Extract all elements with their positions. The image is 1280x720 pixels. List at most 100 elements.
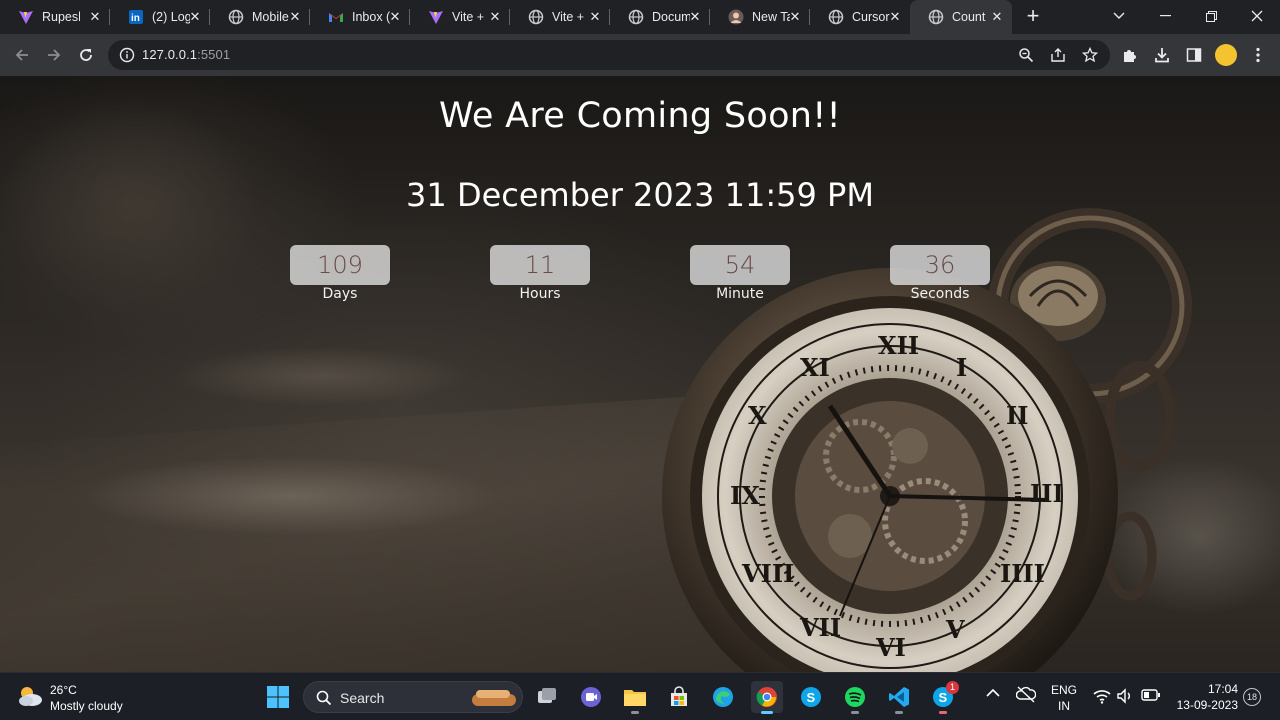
teams-chat-icon[interactable] bbox=[575, 681, 607, 713]
tab-label: New Ta bbox=[752, 10, 790, 24]
tab-close-icon[interactable]: ✕ bbox=[288, 9, 302, 24]
svg-text:S: S bbox=[939, 690, 948, 705]
running-indicator bbox=[895, 711, 903, 714]
task-view-icon[interactable] bbox=[531, 681, 563, 713]
close-window-button[interactable] bbox=[1234, 0, 1280, 32]
browser-toolbar: 127.0.0.1:5501 bbox=[0, 34, 1280, 76]
wifi-icon[interactable] bbox=[1093, 688, 1111, 707]
weather-widget[interactable]: 26°C Mostly cloudy bbox=[16, 682, 123, 714]
tab-close-icon[interactable]: ✕ bbox=[688, 9, 702, 24]
search-label: Search bbox=[340, 690, 385, 706]
windows-taskbar: 26°C Mostly cloudy Search S S1 ENG IN 17… bbox=[0, 672, 1280, 720]
profile-avatar[interactable] bbox=[1215, 44, 1237, 66]
svg-text:I: I bbox=[956, 353, 967, 382]
address-bar[interactable]: 127.0.0.1:5501 bbox=[108, 40, 1110, 70]
browser-tab[interactable]: Rupesh ✕ bbox=[0, 0, 110, 34]
microsoft-store-icon[interactable] bbox=[663, 681, 695, 713]
url-port: :5501 bbox=[197, 47, 231, 62]
forward-button[interactable] bbox=[42, 43, 66, 67]
svg-text:in: in bbox=[131, 13, 140, 24]
extensions-icon[interactable] bbox=[1120, 45, 1140, 65]
headline: We Are Coming Soon!! bbox=[439, 96, 841, 136]
svg-text:XII: XII bbox=[878, 331, 919, 360]
tab-close-icon[interactable]: ✕ bbox=[188, 9, 202, 24]
vscode-icon[interactable] bbox=[883, 681, 915, 714]
bookmark-star-icon[interactable] bbox=[1081, 46, 1099, 63]
running-indicator bbox=[851, 711, 859, 714]
countdown-value: 11 bbox=[490, 245, 590, 285]
svg-text:VIII: VIII bbox=[741, 559, 794, 588]
tab-close-icon[interactable]: ✕ bbox=[588, 9, 602, 24]
tab-close-icon[interactable]: ✕ bbox=[788, 9, 802, 24]
edge-icon[interactable] bbox=[707, 681, 739, 713]
notification-center-badge[interactable]: 18 bbox=[1243, 688, 1261, 706]
download-icon[interactable] bbox=[1152, 45, 1172, 65]
browser-tab[interactable]: Vite + ✕ bbox=[510, 0, 610, 34]
svg-text:S: S bbox=[807, 690, 816, 705]
countdown-label: Hours bbox=[519, 286, 561, 302]
restore-button[interactable] bbox=[1188, 0, 1234, 32]
browser-tab-active[interactable]: Count ✕ bbox=[910, 0, 1012, 34]
onedrive-offline-icon[interactable] bbox=[1015, 685, 1037, 706]
tab-close-icon[interactable]: ✕ bbox=[488, 9, 502, 24]
zoom-icon[interactable] bbox=[1018, 47, 1034, 63]
skype-running-icon[interactable]: S1 bbox=[927, 681, 959, 714]
volume-icon[interactable] bbox=[1116, 688, 1134, 707]
battery-icon[interactable] bbox=[1141, 689, 1161, 704]
browser-tab[interactable]: New Ta ✕ bbox=[710, 0, 810, 34]
tab-close-icon[interactable]: ✕ bbox=[388, 9, 402, 24]
taskbar-search[interactable]: Search bbox=[303, 681, 523, 713]
tab-close-icon[interactable]: ✕ bbox=[990, 9, 1004, 24]
tab-close-icon[interactable]: ✕ bbox=[88, 9, 102, 24]
chrome-icon[interactable] bbox=[751, 681, 783, 714]
weather-temp: 26°C bbox=[50, 683, 77, 697]
system-clock[interactable]: 17:04 13-09-2023 bbox=[1172, 681, 1238, 713]
background-blur bbox=[170, 346, 470, 406]
tab-label: Inbox ( bbox=[352, 10, 390, 24]
share-icon[interactable] bbox=[1050, 47, 1066, 63]
svg-text:V: V bbox=[945, 615, 965, 644]
new-tab-button[interactable]: + bbox=[1022, 5, 1044, 27]
back-button[interactable] bbox=[10, 43, 34, 67]
skype-icon[interactable]: S bbox=[795, 681, 827, 713]
side-panel-icon[interactable] bbox=[1184, 45, 1204, 65]
start-button[interactable] bbox=[262, 681, 294, 713]
language-code: ENG bbox=[1050, 683, 1077, 697]
tab-label: Vite + bbox=[452, 10, 485, 24]
reload-button[interactable] bbox=[74, 43, 98, 67]
globe-icon bbox=[828, 9, 844, 25]
tab-label: Count bbox=[952, 10, 986, 24]
file-explorer-icon[interactable] bbox=[619, 681, 651, 714]
browser-tab[interactable]: Vite + ✕ bbox=[410, 0, 510, 34]
browser-tab[interactable]: Mobile ✕ bbox=[210, 0, 310, 34]
minimize-button[interactable] bbox=[1142, 0, 1188, 32]
tab-label: (2) Log bbox=[152, 10, 190, 24]
url-host: 127.0.0.1 bbox=[142, 47, 198, 62]
url-text: 127.0.0.1:5501 bbox=[142, 47, 230, 62]
svg-text:II: II bbox=[1006, 401, 1028, 430]
globe-icon bbox=[528, 9, 544, 25]
tab-label: Cursor bbox=[852, 10, 890, 24]
tab-label: Docum bbox=[652, 10, 690, 24]
browser-tab[interactable]: Docum ✕ bbox=[610, 0, 710, 34]
running-indicator bbox=[939, 711, 947, 714]
globe-icon bbox=[928, 9, 944, 25]
site-info-icon[interactable] bbox=[119, 47, 135, 63]
show-hidden-icons-chevron-icon[interactable] bbox=[986, 687, 1000, 701]
clock-time: 17:04 bbox=[1207, 682, 1238, 696]
target-datetime: 31 December 2023 11:59 PM bbox=[406, 176, 874, 214]
browser-tab[interactable]: in (2) Log ✕ bbox=[110, 0, 210, 34]
countdown-value: 54 bbox=[690, 245, 790, 285]
spotify-icon[interactable] bbox=[839, 681, 871, 714]
vite-icon bbox=[428, 9, 444, 25]
tab-search-icon[interactable] bbox=[1096, 0, 1142, 32]
language-indicator[interactable]: ENG IN bbox=[1050, 682, 1078, 714]
menu-kebab-icon[interactable] bbox=[1248, 45, 1268, 65]
svg-text:IIII: IIII bbox=[1000, 559, 1045, 588]
search-highlight-icon bbox=[470, 686, 520, 715]
svg-text:IX: IX bbox=[730, 481, 760, 510]
countdown-hours: 11 Hours bbox=[490, 245, 590, 302]
browser-tab[interactable]: Cursor ✕ bbox=[810, 0, 910, 34]
browser-tab[interactable]: Inbox ( ✕ bbox=[310, 0, 410, 34]
tab-close-icon[interactable]: ✕ bbox=[888, 9, 902, 24]
